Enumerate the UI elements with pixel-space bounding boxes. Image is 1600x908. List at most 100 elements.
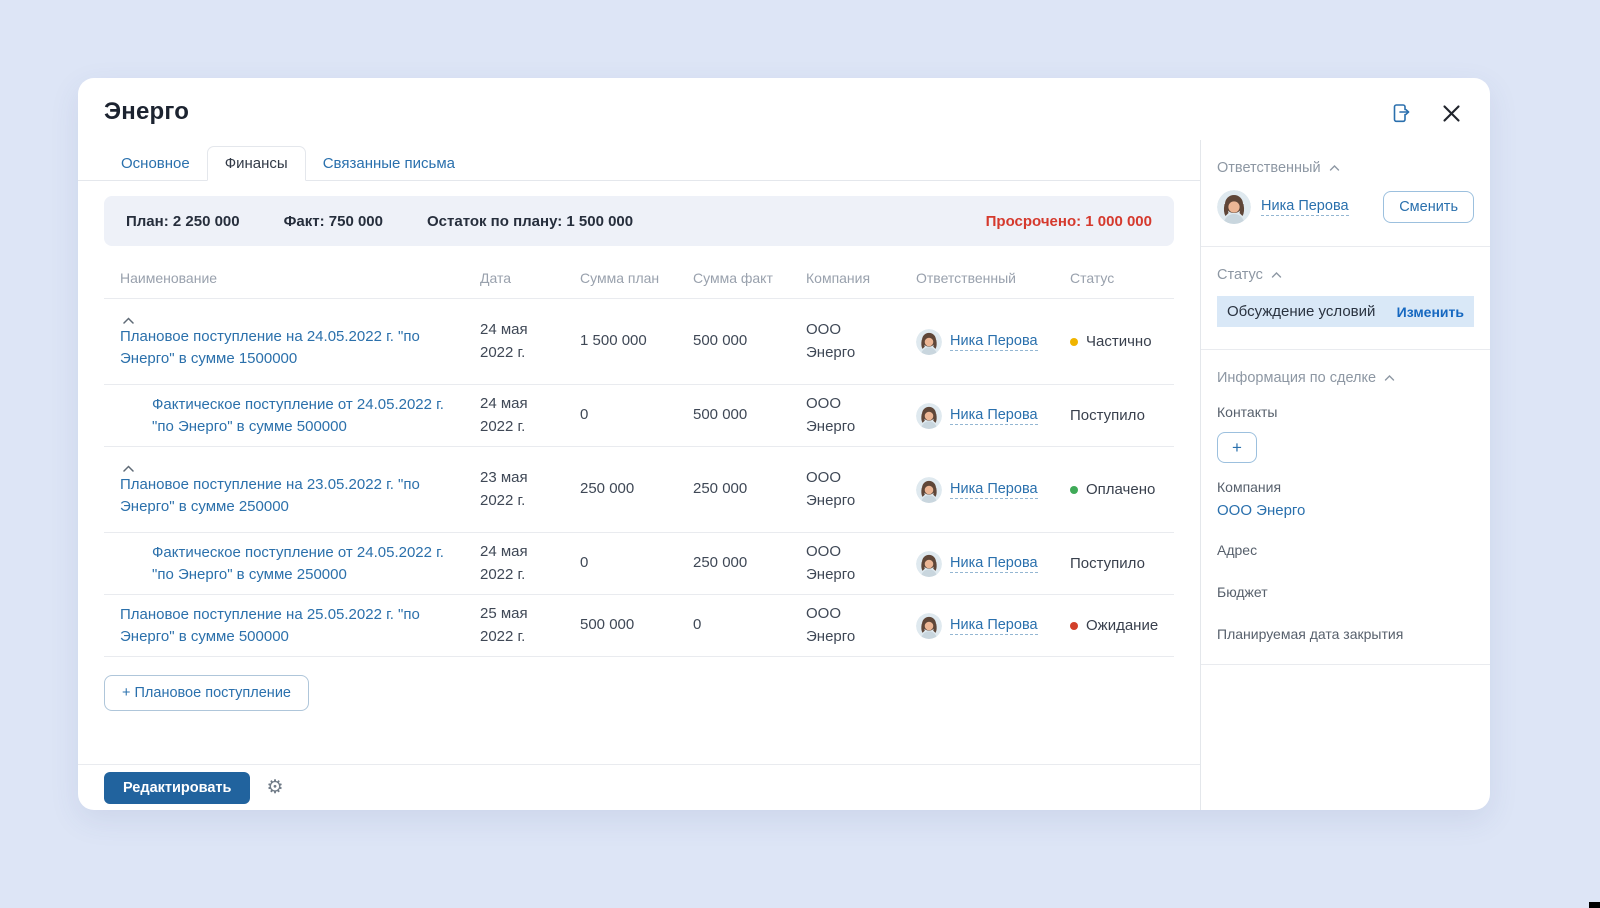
col-company: Компания xyxy=(806,270,916,286)
payment-date: 24 мая 2022 г. xyxy=(480,319,580,364)
responsible-section-label: Ответственный xyxy=(1217,160,1321,176)
add-contact-button[interactable]: + xyxy=(1217,432,1257,463)
payment-sum-fact: 500 000 xyxy=(693,404,806,427)
payment-date: 23 мая 2022 г. xyxy=(480,467,580,512)
payment-company: ООО Энерго xyxy=(806,541,916,586)
status-label: Оплачено xyxy=(1086,481,1155,498)
status-section: Статус Обсуждение условий Изменить xyxy=(1201,247,1490,350)
status-dot xyxy=(1070,622,1078,630)
payment-name-link[interactable]: Фактическое поступление от 24.05.2022 г.… xyxy=(104,542,480,586)
deal-sidebar: Ответственный Ника Перова Сменить Статус… xyxy=(1200,140,1490,810)
change-status-button[interactable]: Изменить xyxy=(1397,304,1464,320)
col-sum-plan: Сумма план xyxy=(580,270,693,286)
chevron-up-icon[interactable] xyxy=(1271,271,1282,279)
payment-sum-fact: 500 000 xyxy=(693,330,806,353)
deal-status-value: Обсуждение условий xyxy=(1227,303,1375,320)
tab-finances[interactable]: Финансы xyxy=(207,146,306,181)
deal-info-section: Информация по сделке Контакты + Компания… xyxy=(1201,350,1490,665)
table-row: Плановое поступление на 23.05.2022 г. "п… xyxy=(104,447,1174,533)
responsible-link[interactable]: Ника Перова xyxy=(950,333,1038,351)
payment-company: ООО Энерго xyxy=(806,467,916,512)
responsible-section: Ответственный Ника Перова Сменить xyxy=(1201,140,1490,247)
avatar xyxy=(916,613,942,639)
payment-name: Фактическое поступление от 24.05.2022 г.… xyxy=(152,544,444,583)
payment-company: ООО Энерго xyxy=(806,393,916,438)
table-header: Наименование Дата Сумма план Сумма факт … xyxy=(104,258,1174,299)
col-date: Дата xyxy=(480,270,580,286)
avatar xyxy=(916,403,942,429)
payment-name-link[interactable]: Фактическое поступление от 24.05.2022 г.… xyxy=(104,394,480,438)
payment-sum-plan: 0 xyxy=(580,552,693,575)
close-icon[interactable] xyxy=(1438,100,1464,126)
table-row: Фактическое поступление от 24.05.2022 г.… xyxy=(104,533,1174,595)
tabbar: Основное Финансы Связанные письма xyxy=(78,146,1200,181)
collapse-row-icon[interactable] xyxy=(122,461,135,471)
payment-status: Оплачено xyxy=(1070,481,1174,498)
payment-name-link[interactable]: Плановое поступление на 25.05.2022 г. "п… xyxy=(104,604,480,648)
status-label: Частично xyxy=(1086,333,1152,350)
responsible-link[interactable]: Ника Перова xyxy=(950,555,1038,573)
status-dot xyxy=(1070,338,1078,346)
status-dot xyxy=(1070,486,1078,494)
payment-name: Плановое поступление на 23.05.2022 г. "п… xyxy=(120,476,420,515)
company-label: Компания xyxy=(1217,479,1474,495)
responsible-link[interactable]: Ника Перова xyxy=(1261,198,1349,216)
table-row: Плановое поступление на 25.05.2022 г. "п… xyxy=(104,595,1174,657)
chevron-up-icon[interactable] xyxy=(1384,374,1395,382)
payment-company: ООО Энерго xyxy=(806,319,916,364)
payment-status: Частично xyxy=(1070,333,1174,350)
chevron-up-icon[interactable] xyxy=(1329,164,1340,172)
summary-overdue: Просрочено: 1 000 000 xyxy=(986,213,1152,230)
responsible-link[interactable]: Ника Перова xyxy=(950,481,1038,499)
payment-status: Поступило xyxy=(1070,407,1174,424)
table-row: Плановое поступление на 24.05.2022 г. "п… xyxy=(104,299,1174,385)
payment-sum-fact: 250 000 xyxy=(693,552,806,575)
payment-name-link[interactable]: Плановое поступление на 24.05.2022 г. "п… xyxy=(104,313,480,370)
col-name: Наименование xyxy=(104,270,480,286)
status-label: Ожидание xyxy=(1086,617,1158,634)
payment-name: Плановое поступление на 25.05.2022 г. "п… xyxy=(120,606,420,645)
responsible-link[interactable]: Ника Перова xyxy=(950,407,1038,425)
col-responsible: Ответственный xyxy=(916,270,1070,286)
gear-icon[interactable]: ⚙ xyxy=(266,778,283,797)
payment-sum-plan: 500 000 xyxy=(580,614,693,637)
responsible-link[interactable]: Ника Перова xyxy=(950,617,1038,635)
finance-summary-bar: План: 2 250 000 Факт: 750 000 Остаток по… xyxy=(104,196,1174,246)
avatar xyxy=(916,477,942,503)
payment-status: Поступило xyxy=(1070,555,1174,572)
address-label: Адрес xyxy=(1217,542,1474,558)
avatar xyxy=(916,329,942,355)
export-icon[interactable] xyxy=(1388,100,1414,126)
page-title: Энерго xyxy=(78,78,1200,126)
summary-fact: Факт: 750 000 xyxy=(284,213,383,230)
payment-sum-plan: 0 xyxy=(580,404,693,427)
contacts-label: Контакты xyxy=(1217,404,1474,420)
summary-plan: План: 2 250 000 xyxy=(126,213,240,230)
tab-related-letters[interactable]: Связанные письма xyxy=(306,147,472,180)
modal-footer: Редактировать ⚙ xyxy=(78,764,1200,810)
company-link[interactable]: ООО Энерго xyxy=(1217,502,1305,519)
deal-modal: Энерго Основное Финансы Связанные письма… xyxy=(78,78,1490,810)
avatar xyxy=(1217,190,1251,224)
edit-button[interactable]: Редактировать xyxy=(104,772,250,804)
close-date-label: Планируемая дата закрытия xyxy=(1217,626,1474,642)
status-section-label: Статус xyxy=(1217,267,1263,283)
deal-info-section-label: Информация по сделке xyxy=(1217,370,1376,386)
change-responsible-button[interactable]: Сменить xyxy=(1383,191,1474,223)
status-label: Поступило xyxy=(1070,555,1145,572)
col-sum-fact: Сумма факт xyxy=(693,270,806,286)
payment-name-link[interactable]: Плановое поступление на 23.05.2022 г. "п… xyxy=(104,461,480,518)
payment-company: ООО Энерго xyxy=(806,603,916,648)
payment-status: Ожидание xyxy=(1070,617,1174,634)
payment-date: 24 мая 2022 г. xyxy=(480,393,580,438)
collapse-row-icon[interactable] xyxy=(122,313,135,323)
add-planned-payment-button[interactable]: + Плановое поступление xyxy=(104,675,309,711)
payment-sum-plan: 250 000 xyxy=(580,478,693,501)
status-label: Поступило xyxy=(1070,407,1145,424)
payment-sum-fact: 250 000 xyxy=(693,478,806,501)
table-row: Фактическое поступление от 24.05.2022 г.… xyxy=(104,385,1174,447)
payment-sum-plan: 1 500 000 xyxy=(580,330,693,353)
avatar xyxy=(916,551,942,577)
tab-main[interactable]: Основное xyxy=(104,147,207,180)
payment-name: Фактическое поступление от 24.05.2022 г.… xyxy=(152,396,444,435)
